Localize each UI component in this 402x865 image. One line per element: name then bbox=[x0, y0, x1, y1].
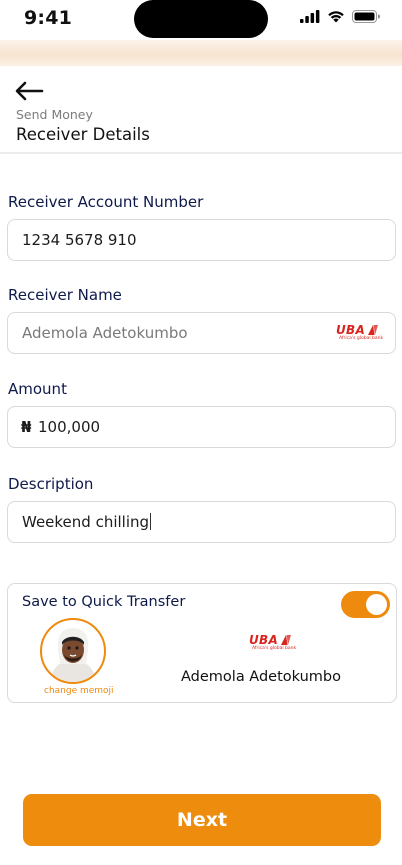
page-title: Receiver Details bbox=[16, 125, 150, 144]
breadcrumb: Send Money bbox=[16, 107, 93, 122]
uba-logo-tagline: Africa's global bank bbox=[252, 646, 297, 651]
description-field[interactable]: Weekend chilling bbox=[7, 501, 396, 543]
memoji-avatar[interactable] bbox=[40, 618, 106, 684]
page-header: Send Money Receiver Details bbox=[0, 66, 402, 154]
text-caret bbox=[150, 513, 152, 530]
status-time: 9:41 bbox=[24, 7, 73, 29]
amount-value: 100,000 bbox=[38, 418, 101, 436]
uba-logo: UBA Africa's global bank bbox=[336, 324, 383, 342]
receiver-name-field[interactable]: Ademola Adetokumbo UBA Africa's global b… bbox=[7, 312, 396, 354]
account-number-field[interactable]: 1234 5678 910 bbox=[7, 219, 396, 261]
uba-logo-text: UBA bbox=[336, 323, 366, 337]
status-icons bbox=[300, 10, 380, 23]
wifi-icon bbox=[328, 11, 344, 23]
amount-label: Amount bbox=[8, 380, 67, 398]
quick-transfer-receiver-name: Ademola Adetokumbo bbox=[181, 669, 341, 685]
receiver-name-value: Ademola Adetokumbo bbox=[22, 324, 188, 342]
quick-transfer-toggle[interactable] bbox=[341, 591, 390, 618]
receiver-name-label: Receiver Name bbox=[8, 286, 122, 304]
description-label: Description bbox=[8, 475, 94, 493]
cellular-signal-icon bbox=[300, 10, 320, 23]
uba-mark-icon bbox=[368, 325, 379, 335]
naira-symbol: ₦ bbox=[21, 418, 32, 436]
battery-icon bbox=[352, 10, 380, 23]
account-number-value: 1234 5678 910 bbox=[22, 231, 137, 249]
uba-logo-text: UBA bbox=[249, 633, 279, 647]
toggle-knob bbox=[366, 594, 387, 615]
uba-logo-tagline: Africa's global bank bbox=[339, 336, 384, 341]
top-gradient-band bbox=[0, 40, 402, 66]
quick-transfer-uba-logo: UBA Africa's global bank bbox=[249, 634, 296, 652]
change-memoji-link[interactable]: change memoji bbox=[44, 686, 114, 696]
amount-field[interactable]: ₦ 100,000 bbox=[7, 406, 396, 448]
uba-mark-icon bbox=[281, 635, 292, 645]
description-value-wrap: Weekend chilling bbox=[22, 513, 152, 531]
back-arrow-icon[interactable] bbox=[14, 80, 44, 102]
description-value: Weekend chilling bbox=[22, 513, 150, 531]
quick-transfer-card: Save to Quick Transfer change memoji UBA… bbox=[7, 583, 397, 703]
dynamic-island bbox=[134, 0, 268, 38]
account-number-label: Receiver Account Number bbox=[8, 193, 204, 211]
status-bar: 9:41 bbox=[0, 0, 402, 40]
next-button[interactable]: Next bbox=[23, 794, 381, 846]
memoji-icon bbox=[50, 628, 96, 682]
quick-transfer-title: Save to Quick Transfer bbox=[22, 594, 186, 610]
